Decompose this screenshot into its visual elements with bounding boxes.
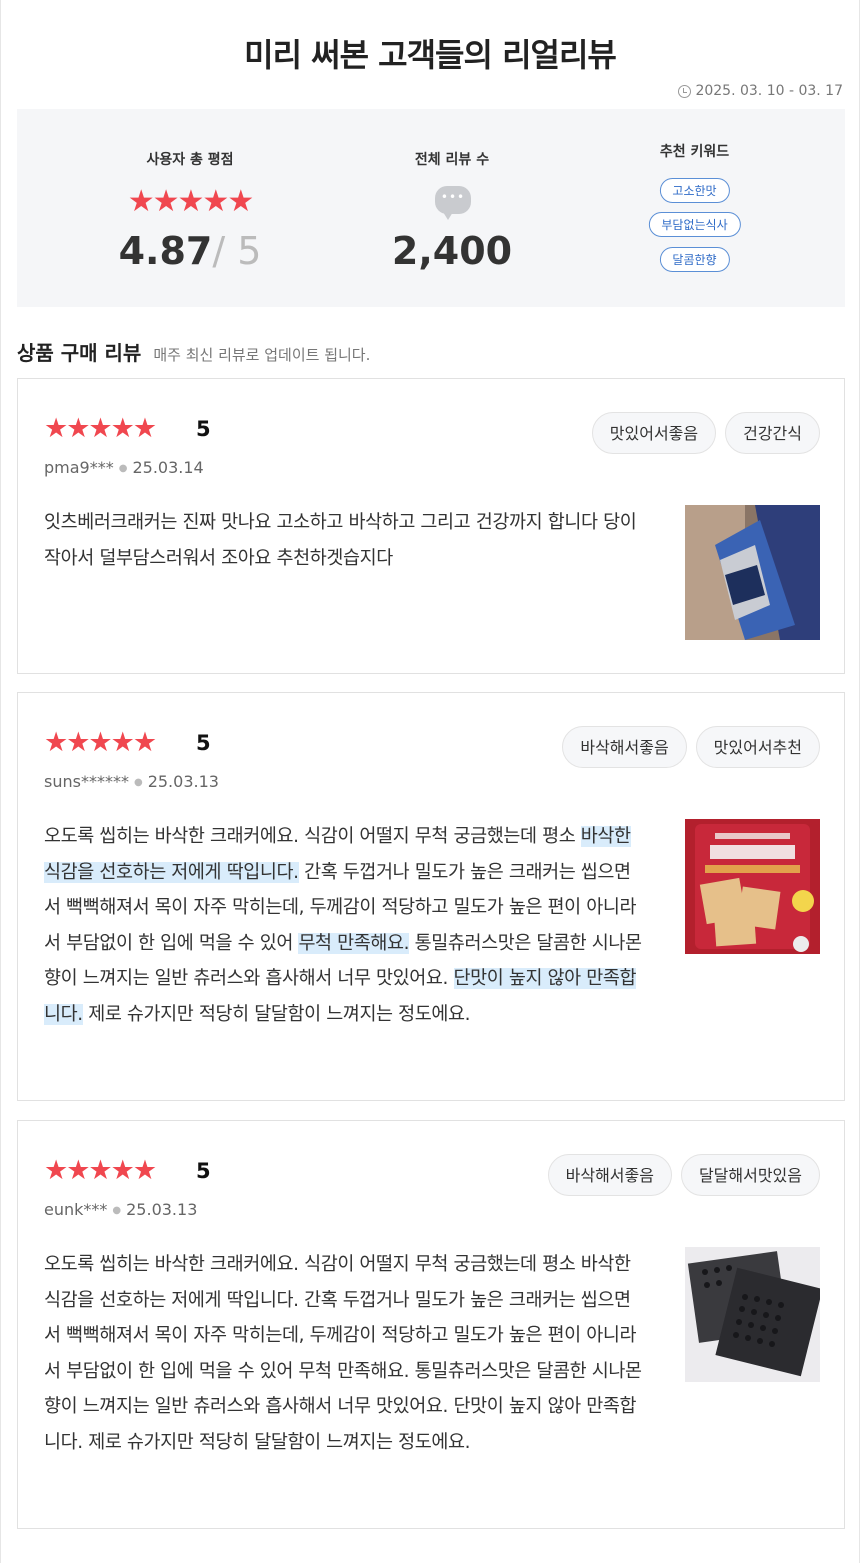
- period-text: 2025. 03. 10 - 03. 17: [695, 83, 843, 99]
- review-tags: 바삭해서좋음 달달해서맛있음: [547, 1154, 820, 1196]
- review-tags: 바삭해서좋음 맛있어서추천: [562, 726, 820, 768]
- review-meta: pma9*** ● 25.03.14: [44, 458, 204, 477]
- star-rating-icon: ★★★★★: [44, 413, 157, 444]
- highlighted-phrase: 무척 만족해요.: [298, 932, 410, 954]
- rating-summary: 사용자 총 평점 ★★★★★ 4.87/ 5 전체 리뷰 수 2,400 추천 …: [17, 109, 845, 307]
- review-text: 오도록 씹히는 바삭한 크래커에요. 식감이 어떨지 무척 궁금했는데 평소 바…: [44, 1254, 642, 1453]
- rating-value: 4.87/ 5: [118, 229, 262, 273]
- review-card: ★★★★★ 5 pma9*** ● 25.03.14 맛있어서좋음 건강간식 잇츠베…: [17, 378, 845, 674]
- review-score: 5: [196, 1159, 211, 1183]
- review-tags: 맛있어서좋음 건강간식: [591, 412, 820, 454]
- keyword-chip[interactable]: 고소한맛: [659, 178, 730, 203]
- review-meta: eunk*** ● 25.03.13: [44, 1200, 198, 1219]
- keywords-label: 추천 키워드: [659, 144, 730, 160]
- rating-label: 사용자 총 평점: [146, 152, 234, 168]
- review-tag[interactable]: 건강간식: [725, 412, 820, 454]
- review-meta: suns****** ● 25.03.13: [44, 772, 219, 791]
- review-count: 2,400: [391, 229, 513, 273]
- review-tag[interactable]: 맛있어서좋음: [591, 412, 717, 454]
- overall-rating: 사용자 총 평점 ★★★★★ 4.87/ 5: [105, 109, 275, 307]
- review-text: 오도록 씹히는 바삭한 크래커에요. 식감이 어떨지 무척 궁금했는데 평소 바…: [44, 826, 642, 1025]
- reviewer-id: pma9***: [44, 458, 114, 477]
- section-header: 상품 구매 리뷰 매주 최신 리뷰로 업데이트 됩니다.: [17, 337, 370, 366]
- speech-bubble-icon: [435, 186, 471, 220]
- keyword-chip[interactable]: 부담없는식사: [648, 212, 741, 237]
- clock-icon: [678, 84, 692, 98]
- review-photo[interactable]: [685, 505, 820, 640]
- keyword-chip[interactable]: 달콤한향: [659, 247, 730, 272]
- review-tag[interactable]: 바삭해서좋음: [562, 726, 687, 768]
- star-rating-icon: ★★★★★: [44, 727, 157, 758]
- review-tag[interactable]: 바삭해서좋음: [547, 1154, 672, 1196]
- review-text: 잇츠베러크래커는 진짜 맛나요 고소하고 바삭하고 그리고 건강까지 합니다 당…: [44, 512, 637, 569]
- reviewer-id: eunk***: [44, 1200, 108, 1219]
- review-card: ★★★★★ 5 suns****** ● 25.03.13 바삭해서좋음 맛있어서추…: [17, 692, 845, 1101]
- review-period: 2025. 03. 10 - 03. 17: [678, 83, 843, 99]
- review-score: 5: [196, 731, 211, 755]
- review-date: 25.03.13: [126, 1200, 198, 1219]
- reviewer-id: suns******: [44, 772, 129, 791]
- review-tag[interactable]: 맛있어서추천: [695, 726, 820, 768]
- page-title: 미리 써본 고객들의 리얼리뷰: [244, 36, 617, 74]
- review-count-label: 전체 리뷰 수: [414, 152, 490, 168]
- star-rating-icon: ★★★★★: [44, 1155, 157, 1186]
- review-card: ★★★★★ 5 eunk*** ● 25.03.13 바삭해서좋음 달달해서맛있음 …: [17, 1120, 845, 1529]
- section-subtitle: 매주 최신 리뷰로 업데이트 됩니다.: [153, 346, 371, 364]
- review-score: 5: [196, 417, 211, 441]
- review-photo[interactable]: [685, 1247, 820, 1382]
- review-date: 25.03.14: [132, 458, 204, 477]
- review-page: 미리 써본 고객들의 리얼리뷰 2025. 03. 10 - 03. 17 사용…: [0, 0, 860, 1563]
- review-photo[interactable]: [685, 819, 820, 954]
- recommended-keywords: 추천 키워드 고소한맛 부담없는식사 달콤한향: [627, 109, 762, 307]
- star-rating-icon: ★★★★★: [127, 184, 254, 219]
- review-date: 25.03.13: [147, 772, 219, 791]
- section-title: 상품 구매 리뷰: [17, 341, 142, 365]
- review-tag[interactable]: 달달해서맛있음: [680, 1154, 820, 1196]
- total-reviews: 전체 리뷰 수 2,400: [372, 109, 532, 307]
